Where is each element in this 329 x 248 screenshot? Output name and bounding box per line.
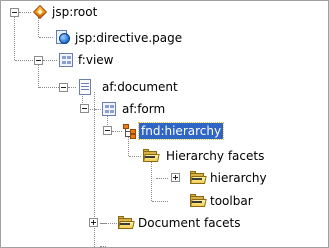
tree-connector	[43, 60, 57, 61]
tree-node-facet-toolbar[interactable]: toolbar	[208, 193, 255, 209]
tree-node-document-facets[interactable]: Document facets	[136, 215, 243, 231]
collapse-document-toggle[interactable]	[59, 83, 68, 92]
structure-tree[interactable]: jsp:root jsp:directive.page f:view af:do…	[0, 0, 329, 248]
expand-hierarchy-facet-toggle[interactable]	[171, 173, 180, 182]
tree-node-af-form[interactable]: af:form	[120, 101, 167, 117]
tree-connector	[39, 37, 53, 38]
tree-node-fnd-hierarchy[interactable]: fnd:hierarchy	[137, 122, 225, 140]
hierarchy-icon	[122, 123, 138, 139]
tree-connector	[152, 201, 168, 202]
tree-node-directive-page[interactable]: jsp:directive.page	[73, 30, 184, 46]
tree-connector	[68, 87, 76, 88]
tree-node-facet-hierarchy[interactable]: hierarchy	[208, 170, 269, 186]
folder-icon	[142, 148, 160, 164]
folder-icon	[189, 170, 207, 186]
tree-connector	[38, 17, 39, 37]
tree-connector	[151, 161, 152, 201]
folder-icon	[189, 193, 207, 209]
jsp-directive-icon	[54, 29, 70, 45]
tree-connector	[156, 178, 168, 179]
tree-node-f-view[interactable]: f:view	[76, 52, 115, 68]
faces-view-icon	[58, 52, 74, 68]
tree-connector	[100, 246, 106, 247]
tree-connector	[112, 131, 122, 132]
tree-connector	[39, 87, 59, 88]
tree-connector	[19, 12, 31, 13]
tree-connector	[100, 223, 117, 224]
collapse-hierarchy-toggle[interactable]	[103, 126, 112, 135]
tree-node-jsp-root[interactable]: jsp:root	[50, 4, 99, 20]
document-icon	[77, 79, 93, 95]
collapse-form-toggle[interactable]	[80, 104, 89, 113]
tree-connector	[38, 65, 39, 88]
tree-node-hierarchy-facets[interactable]: Hierarchy facets	[164, 148, 266, 164]
form-icon	[101, 101, 117, 117]
tree-connector	[14, 17, 15, 60]
tree-connector	[129, 156, 141, 157]
folder-icon	[117, 215, 135, 231]
expand-document-facets-toggle[interactable]	[89, 218, 98, 227]
collapse-root-toggle[interactable]	[10, 8, 19, 17]
tree-connector	[15, 60, 33, 61]
jsp-root-icon	[32, 4, 48, 20]
collapse-view-toggle[interactable]	[34, 56, 43, 65]
tree-connector	[128, 136, 129, 156]
tree-node-af-document[interactable]: af:document	[100, 79, 180, 95]
